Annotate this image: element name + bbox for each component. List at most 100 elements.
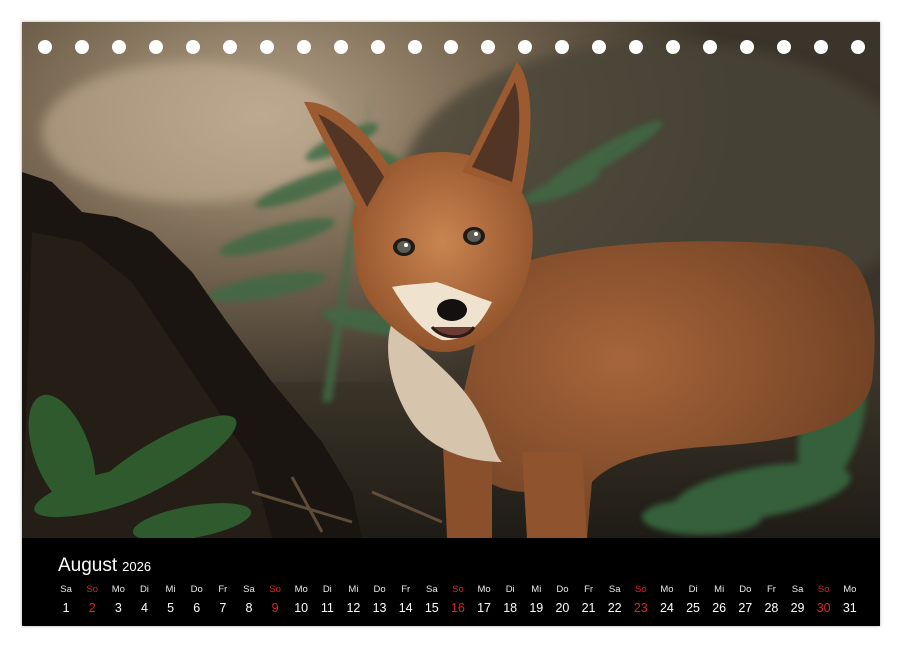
weekday-label: Di [139, 584, 149, 595]
day-column: Sa 8 [236, 584, 262, 624]
weekday-label: Mo [111, 584, 125, 595]
day-column: Sa 1 [53, 584, 79, 624]
day-column: Fr 21 [576, 584, 602, 624]
day-column: Di 25 [680, 584, 706, 624]
day-column: Di 4 [131, 584, 157, 624]
day-column: Mi 19 [523, 584, 549, 624]
day-number: 16 [450, 601, 465, 615]
binding-hole [666, 40, 681, 54]
weekday-label: Do [190, 584, 203, 595]
day-number: 8 [245, 601, 253, 615]
binding-hole [370, 40, 385, 54]
binding-hole [148, 40, 163, 54]
day-number: 7 [219, 601, 227, 615]
weekday-label: Di [505, 584, 515, 595]
binding-hole [850, 40, 865, 54]
day-column: Do 20 [549, 584, 575, 624]
weekday-label: Sa [60, 584, 72, 595]
day-number: 9 [271, 601, 279, 615]
weekday-label: Do [739, 584, 752, 595]
day-column: Di 18 [497, 584, 523, 624]
day-number: 1 [62, 601, 70, 615]
binding-hole [629, 40, 644, 54]
day-column: Mo 10 [288, 584, 314, 624]
weekday-label: Fr [584, 584, 594, 595]
day-number: 23 [633, 601, 648, 615]
day-column: Do 27 [732, 584, 758, 624]
day-column: So 30 [811, 584, 837, 624]
month-name: August [58, 555, 118, 576]
day-number: 15 [424, 601, 439, 615]
day-column: Do 13 [367, 584, 393, 624]
day-column: Sa 15 [419, 584, 445, 624]
weekday-label: Mi [531, 584, 542, 595]
weekday-label: Mi [348, 584, 359, 595]
weekday-label: Sa [426, 584, 438, 595]
weekday-label: So [452, 584, 464, 595]
binding-hole [555, 40, 570, 54]
weekday-label: Fr [218, 584, 228, 595]
month-title: August 2026 [58, 555, 151, 577]
binding-hole [259, 40, 274, 54]
day-column: Fr 28 [758, 584, 784, 624]
day-column: Mo 17 [471, 584, 497, 624]
day-number: 31 [842, 601, 857, 615]
weekday-label: Mi [165, 584, 176, 595]
weekday-label: Do [373, 584, 386, 595]
binding-hole [74, 40, 89, 54]
day-number: 22 [607, 601, 622, 615]
day-number: 24 [659, 601, 674, 615]
day-number: 27 [738, 601, 753, 615]
binding-hole [592, 40, 607, 54]
binding-hole [813, 40, 828, 54]
weekday-label: So [269, 584, 281, 595]
weekday-label: So [86, 584, 98, 595]
binding-hole [111, 40, 126, 54]
weekday-label: So [635, 584, 647, 595]
binding-hole [185, 40, 200, 54]
binding-hole [740, 40, 755, 54]
fox-cub-photo [22, 22, 880, 538]
day-column: Mi 12 [340, 584, 366, 624]
binding-hole [518, 40, 533, 54]
day-column: Fr 7 [210, 584, 236, 624]
calendar-strip: August 2026 Sa 1 So 2 Mo 3 Di 4 Mi 5 Do 6 Fr 7 Sa 8 So 9 Mo… [22, 538, 880, 626]
weekday-label: Sa [608, 584, 621, 595]
weekday-label: Sa [791, 584, 804, 595]
day-column: Mo 3 [105, 584, 131, 624]
weekday-label: Mo [660, 584, 674, 595]
day-column: So 23 [628, 584, 654, 624]
day-column: So 2 [79, 584, 105, 624]
binding-hole [777, 40, 791, 54]
day-number: 25 [686, 601, 701, 615]
day-number: 2 [88, 601, 96, 615]
day-column: Mi 5 [158, 584, 184, 624]
day-number: 30 [816, 601, 831, 615]
day-number: 18 [503, 601, 518, 615]
day-number: 21 [581, 601, 596, 615]
day-number: 20 [555, 601, 570, 615]
day-number: 4 [140, 601, 148, 615]
day-column: Fr 14 [393, 584, 419, 624]
weekday-label: Mo [477, 584, 491, 595]
day-number: 3 [114, 601, 122, 615]
binding-hole [296, 40, 311, 54]
day-column: Mi 26 [706, 584, 732, 624]
day-number: 6 [193, 601, 201, 615]
weekday-label: Sa [243, 584, 255, 595]
year-label: 2026 [122, 559, 152, 574]
day-number: 17 [477, 601, 492, 615]
weekday-label: Fr [401, 584, 411, 595]
binding-hole [38, 40, 52, 54]
weekday-label: Mo [843, 584, 857, 595]
day-number: 12 [346, 601, 361, 615]
calendar-page: August 2026 Sa 1 So 2 Mo 3 Di 4 Mi 5 Do 6 Fr 7 Sa 8 So 9 Mo… [22, 22, 880, 626]
day-number: 19 [529, 601, 544, 615]
day-number: 11 [320, 601, 334, 615]
day-number: 5 [167, 601, 175, 615]
day-number: 10 [294, 601, 309, 615]
weekday-label: So [817, 584, 830, 595]
weekday-label: Mo [294, 584, 308, 595]
day-number: 26 [712, 601, 727, 615]
weekday-label: Do [556, 584, 569, 595]
